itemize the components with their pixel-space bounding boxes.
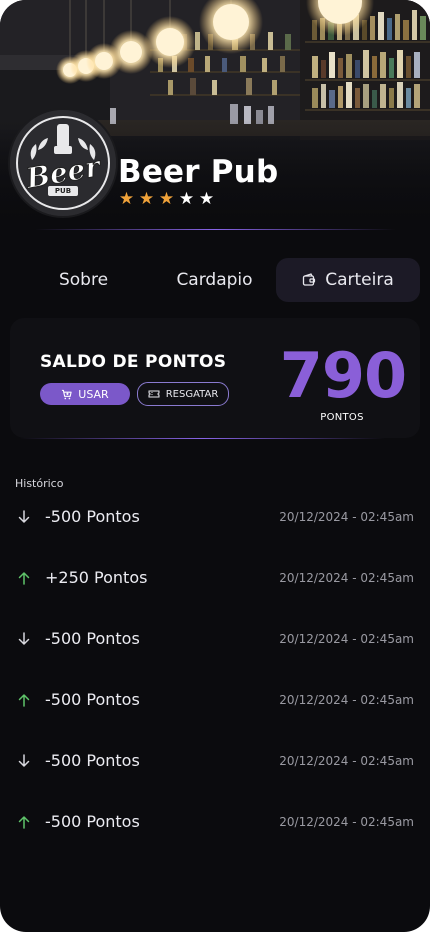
history-date: 20/12/2024 - 02:45am [279, 754, 414, 768]
history-item: -500 Pontos 20/12/2024 - 02:45am [0, 730, 430, 791]
tab-cardapio[interactable]: Cardapio [142, 258, 287, 302]
star-empty-icon: ★ [198, 189, 215, 209]
history-date: 20/12/2024 - 02:45am [279, 815, 414, 829]
use-points-button[interactable]: USAR [40, 383, 130, 405]
history-list: -500 Pontos 20/12/2024 - 02:45am +250 Pont… [0, 486, 430, 852]
points-unit: PONTOS [320, 412, 364, 423]
tab-label: Carteira [325, 270, 394, 290]
arrow-down-icon [18, 510, 30, 523]
history-date: 20/12/2024 - 02:45am [279, 510, 414, 524]
star-empty-icon: ★ [178, 189, 195, 209]
use-points-label: USAR [78, 387, 109, 401]
star-filled-icon: ★ [158, 189, 175, 209]
card-divider [20, 438, 385, 439]
hero-banner: Beer PUB Beer Pub ★ ★ ★ ★ ★ [0, 0, 430, 232]
redeem-points-label: RESGATAR [165, 388, 219, 400]
history-amount: -500 Pontos [45, 507, 140, 526]
star-filled-icon: ★ [138, 189, 155, 209]
tab-label: Cardapio [176, 270, 253, 290]
history-item: -500 Pontos 20/12/2024 - 02:45am [0, 791, 430, 852]
rating-stars: ★ ★ ★ ★ ★ [118, 190, 215, 208]
ticket-icon [148, 389, 160, 399]
tab-bar: Sobre Cardapio Carteira [10, 258, 420, 302]
star-filled-icon: ★ [118, 189, 135, 209]
history-amount: -500 Pontos [45, 690, 140, 709]
history-item: +250 Pontos 20/12/2024 - 02:45am [0, 547, 430, 608]
header-divider [35, 229, 395, 230]
history-date: 20/12/2024 - 02:45am [279, 571, 414, 585]
arrow-down-icon [18, 632, 30, 645]
tab-carteira[interactable]: Carteira [276, 258, 420, 302]
points-balance-title: SALDO DE PONTOS [40, 352, 227, 372]
tab-label: Sobre [58, 270, 109, 290]
history-date: 20/12/2024 - 02:45am [279, 632, 414, 646]
history-item: -500 Pontos 20/12/2024 - 02:45am [0, 486, 430, 547]
history-amount: -500 Pontos [45, 751, 140, 770]
redeem-points-button[interactable]: RESGATAR [137, 382, 229, 406]
points-balance-card: SALDO DE PONTOS USAR RESGATAR 790 PONTOS [10, 318, 420, 438]
pub-brand: Beer PUB Beer Pub ★ ★ ★ ★ ★ [10, 110, 420, 220]
logo-subtext: PUB [54, 187, 72, 195]
history-item: -500 Pontos 20/12/2024 - 02:45am [0, 608, 430, 669]
tab-sobre[interactable]: Sobre [10, 258, 157, 302]
arrow-up-icon [18, 572, 30, 585]
points-value: 790 [279, 339, 407, 412]
history-date: 20/12/2024 - 02:45am [279, 693, 414, 707]
history-amount: +250 Pontos [45, 568, 148, 587]
arrow-up-icon [18, 694, 30, 707]
history-amount: -500 Pontos [45, 812, 140, 831]
history-amount: -500 Pontos [45, 629, 140, 648]
phone-screen: Beer PUB Beer Pub ★ ★ ★ ★ ★ Sobre Cardapio C… [0, 0, 430, 932]
cart-icon [61, 389, 72, 400]
arrow-up-icon [18, 816, 30, 829]
history-item: -500 Pontos 20/12/2024 - 02:45am [0, 669, 430, 730]
pub-name: Beer Pub [118, 154, 279, 190]
arrow-down-icon [18, 754, 30, 767]
wallet-icon [302, 273, 316, 287]
pub-logo: Beer PUB [10, 110, 116, 216]
